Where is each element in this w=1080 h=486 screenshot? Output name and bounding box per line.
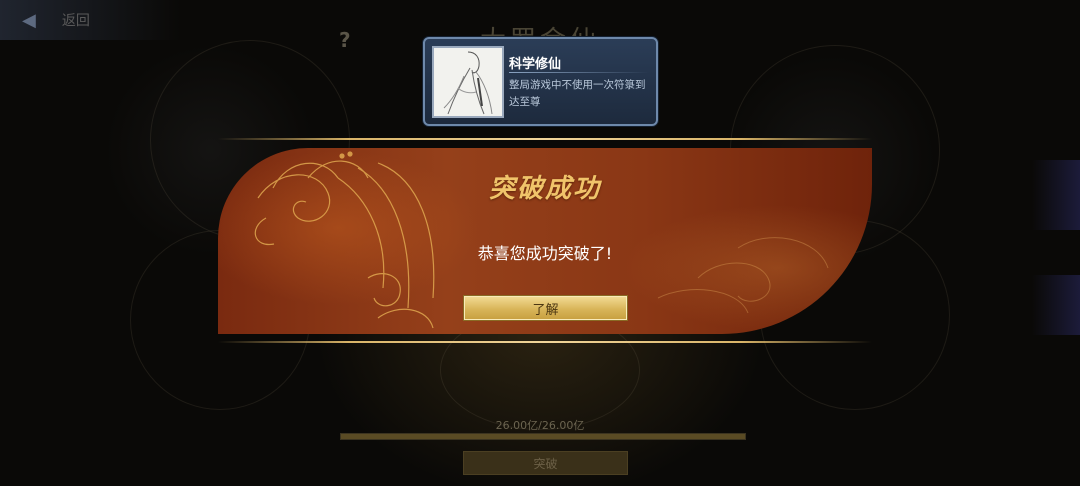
progress-fill xyxy=(341,434,745,439)
cultivation-progress-bar xyxy=(340,433,746,440)
help-icon[interactable]: ? xyxy=(339,28,351,52)
back-arrow-icon: ◀ xyxy=(22,9,36,31)
back-button[interactable]: ◀ 返回 xyxy=(0,0,180,40)
side-tab xyxy=(1032,275,1080,335)
dialog-title: 突破成功 xyxy=(488,174,601,204)
side-tab xyxy=(1032,160,1080,230)
dialog-message: 恭喜您成功突破了! xyxy=(477,244,613,263)
breakthrough-dialog: 突破成功 恭喜您成功突破了! 了解 xyxy=(218,138,872,344)
achievement-description: 整局游戏中不使用一次符箓到达至尊 xyxy=(509,79,646,108)
divider xyxy=(509,72,649,73)
achievement-toast: 科学修仙 整局游戏中不使用一次符箓到达至尊 xyxy=(423,37,658,126)
dialog-panel: 突破成功 恭喜您成功突破了! 了解 xyxy=(218,148,872,334)
dialog-bottom-border xyxy=(218,341,872,343)
cultivation-progress-label: 26.00亿/26.00亿 xyxy=(495,419,585,432)
achievement-title: 科学修仙 xyxy=(509,57,562,72)
breakthrough-button[interactable]: 突破 xyxy=(463,451,628,475)
back-label: 返回 xyxy=(61,13,90,29)
acknowledge-button[interactable]: 了解 xyxy=(463,295,628,321)
character-sketch-icon xyxy=(432,46,504,118)
dialog-top-border xyxy=(218,138,872,140)
